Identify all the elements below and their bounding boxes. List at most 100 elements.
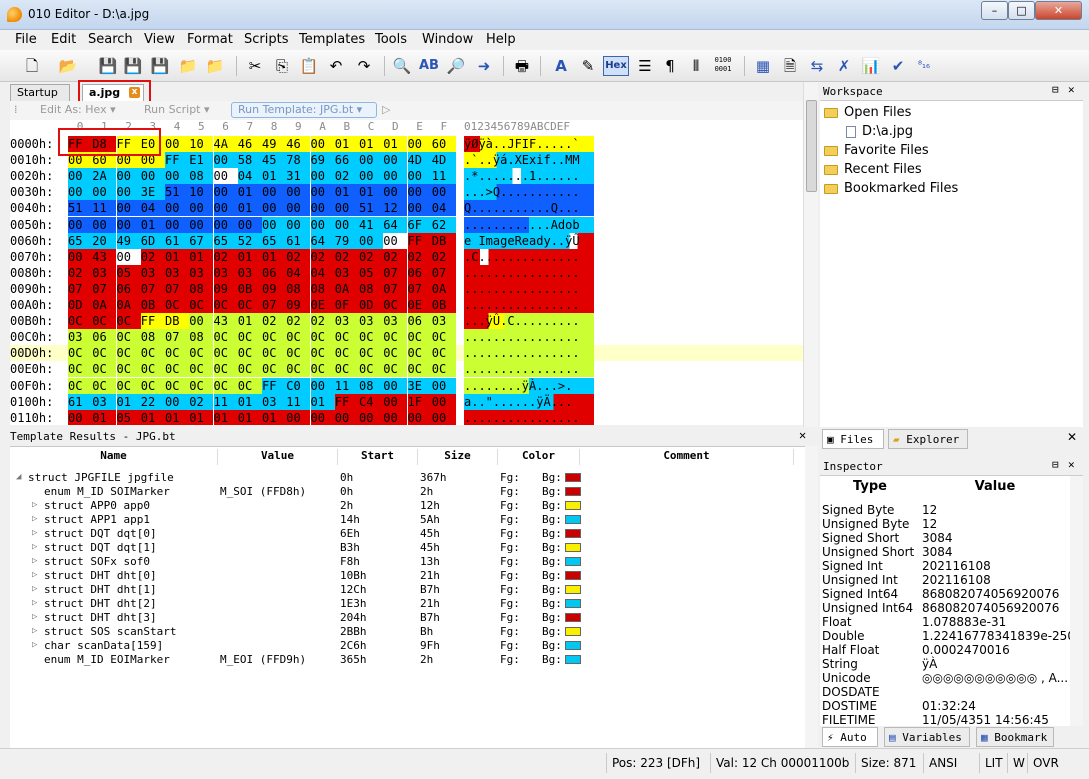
hex-byte[interactable]: 00 [116,168,141,185]
paste-icon[interactable]: 📋 [299,56,319,76]
hex-byte[interactable]: 0C [165,345,189,362]
hex-byte[interactable]: 06 [407,313,432,330]
hex-byte[interactable]: 00 [334,216,359,233]
hex-byte[interactable]: 01 [359,184,383,201]
hex-byte[interactable]: 0C [334,329,359,346]
hex-byte[interactable]: 00 [165,393,189,410]
color-swatch[interactable] [565,529,581,538]
tools-icon[interactable]: ✗ [834,56,854,76]
template-result-row[interactable]: ▷ struct DHT dht[0] 10Bh 21h Fg: Bg: [10,569,810,583]
hex-byte[interactable]: 11 [334,377,359,394]
hex-byte[interactable]: 0C [237,361,262,378]
hex-byte[interactable]: 41 [359,216,383,233]
hex-byte[interactable]: 01 [165,248,189,265]
hex-byte[interactable]: 0C [68,377,92,394]
hex-byte[interactable]: 07 [262,297,286,313]
hex-ascii-text[interactable]: ................ [464,264,594,281]
template-results-close-icon[interactable]: ✕ [799,428,806,442]
hex-byte[interactable]: 0C [310,345,335,362]
color-swatch[interactable] [565,641,581,650]
hex-byte[interactable]: 78 [286,152,311,169]
hex-byte[interactable]: 00 [189,313,214,330]
hex-byte[interactable]: 00 [310,216,335,233]
hex-byte[interactable]: 49 [262,136,286,152]
hex-byte[interactable]: 00 [310,409,335,425]
hex-byte[interactable]: 22 [140,393,165,410]
hex-byte[interactable]: 0C [262,345,286,362]
hex-byte[interactable]: 08 [140,329,165,346]
hex-byte[interactable]: 06 [262,264,286,281]
hex-byte[interactable]: 01 [359,136,383,152]
hex-byte[interactable]: 03 [92,264,117,281]
hex-byte[interactable]: 60 [431,136,456,152]
hex-byte[interactable]: 07 [165,280,189,297]
hex-byte[interactable]: 00 [359,168,383,185]
hex-byte[interactable]: 08 [359,377,383,394]
hex-byte[interactable]: 08 [286,280,311,297]
hex-byte[interactable]: 49 [116,232,141,249]
hex-byte[interactable]: 0C [213,329,238,346]
hex-byte[interactable]: 00 [165,216,189,233]
template-result-row[interactable]: ▷ struct APP0 app0 2h 12h Fg: Bg: [10,499,810,513]
hex-ascii-text[interactable]: Q...........Q... [464,200,594,217]
hex-byte[interactable]: 61 [165,232,189,249]
hex-byte[interactable]: 00 [116,216,141,233]
hex-byte[interactable]: 00 [383,168,408,185]
minimize-button[interactable]: – [981,1,1008,20]
hex-byte[interactable]: 07 [140,280,165,297]
hex-byte[interactable]: 0C [213,361,238,378]
hex-byte[interactable]: 79 [334,232,359,249]
hex-byte[interactable]: 08 [189,168,214,185]
hex-byte[interactable]: 11 [92,200,117,217]
hex-byte[interactable]: 02 [262,313,286,330]
columns-icon[interactable]: ☰ [635,56,655,76]
tree-expander-icon[interactable]: ▷ [32,570,37,580]
hex-byte[interactable]: 0C [359,345,383,362]
hex-byte[interactable]: 0C [383,361,408,378]
hex-byte[interactable]: 04 [310,264,335,281]
ruler-icon[interactable]: ⦀ [686,56,706,76]
hex-ascii-text[interactable]: ........ÿÀ...>. [464,377,594,394]
maximize-button[interactable]: □ [1008,1,1035,20]
hex-byte[interactable]: 0C [68,313,92,330]
close-all-icon[interactable]: 📁 [205,56,225,76]
hex-byte[interactable]: 00 [286,409,311,425]
find-in-files-icon[interactable]: 🔎 [446,56,466,76]
hex-byte[interactable]: 0C [359,329,383,346]
hex-byte[interactable]: 00 [383,184,408,201]
hex-ascii-text[interactable]: ...ÿÛ.C......... [464,313,594,330]
hex-ascii-text[interactable]: .*.......1...... [464,168,594,185]
hex-byte[interactable]: 4D [407,152,432,169]
workspace-pin-icon[interactable]: ⊟ [1052,83,1059,96]
template-result-row[interactable]: ▷ struct SOFx sof0 F8h 13h Fg: Bg: [10,555,810,569]
hex-byte[interactable]: 00 [359,409,383,425]
tree-expander-icon[interactable]: ◢ [16,472,21,482]
hex-byte[interactable]: 00 [92,184,117,201]
hex-byte[interactable]: 03 [140,264,165,281]
hex-byte[interactable]: 0A [92,297,117,313]
hex-byte[interactable]: 00 [189,200,214,217]
hex-byte[interactable]: FF [140,313,165,330]
replace-icon[interactable]: AB [419,56,439,76]
hex-byte[interactable]: 0C [116,329,141,346]
hex-byte[interactable]: 04 [140,200,165,217]
menu-scripts[interactable]: Scripts [244,32,288,47]
hex-byte[interactable]: 03 [383,313,408,330]
hex-byte[interactable]: 0C [431,329,456,346]
hex-byte[interactable]: 01 [213,409,238,425]
new-file-icon[interactable]: 🗋 [22,56,42,76]
col-color[interactable]: Color [498,449,580,465]
inspector-close-icon[interactable]: ✕ [1068,458,1075,471]
hex-byte[interactable]: 07 [383,280,408,297]
hex-byte[interactable]: C4 [359,393,383,410]
hex-byte[interactable]: 09 [262,280,286,297]
tree-expander-icon[interactable]: ▷ [32,584,37,594]
menu-window[interactable]: Window [422,32,473,47]
tree-expander-icon[interactable]: ▷ [32,640,37,650]
hex-byte[interactable]: 0C [407,345,432,362]
hex-byte[interactable]: 0C [92,377,117,394]
hex-byte[interactable]: 01 [334,184,359,201]
hex-byte[interactable]: 51 [68,200,92,217]
base-convert-icon[interactable]: ⁸₁₆ [914,56,934,76]
inspector-row[interactable]: Unsigned Short 3084 [820,545,1070,559]
